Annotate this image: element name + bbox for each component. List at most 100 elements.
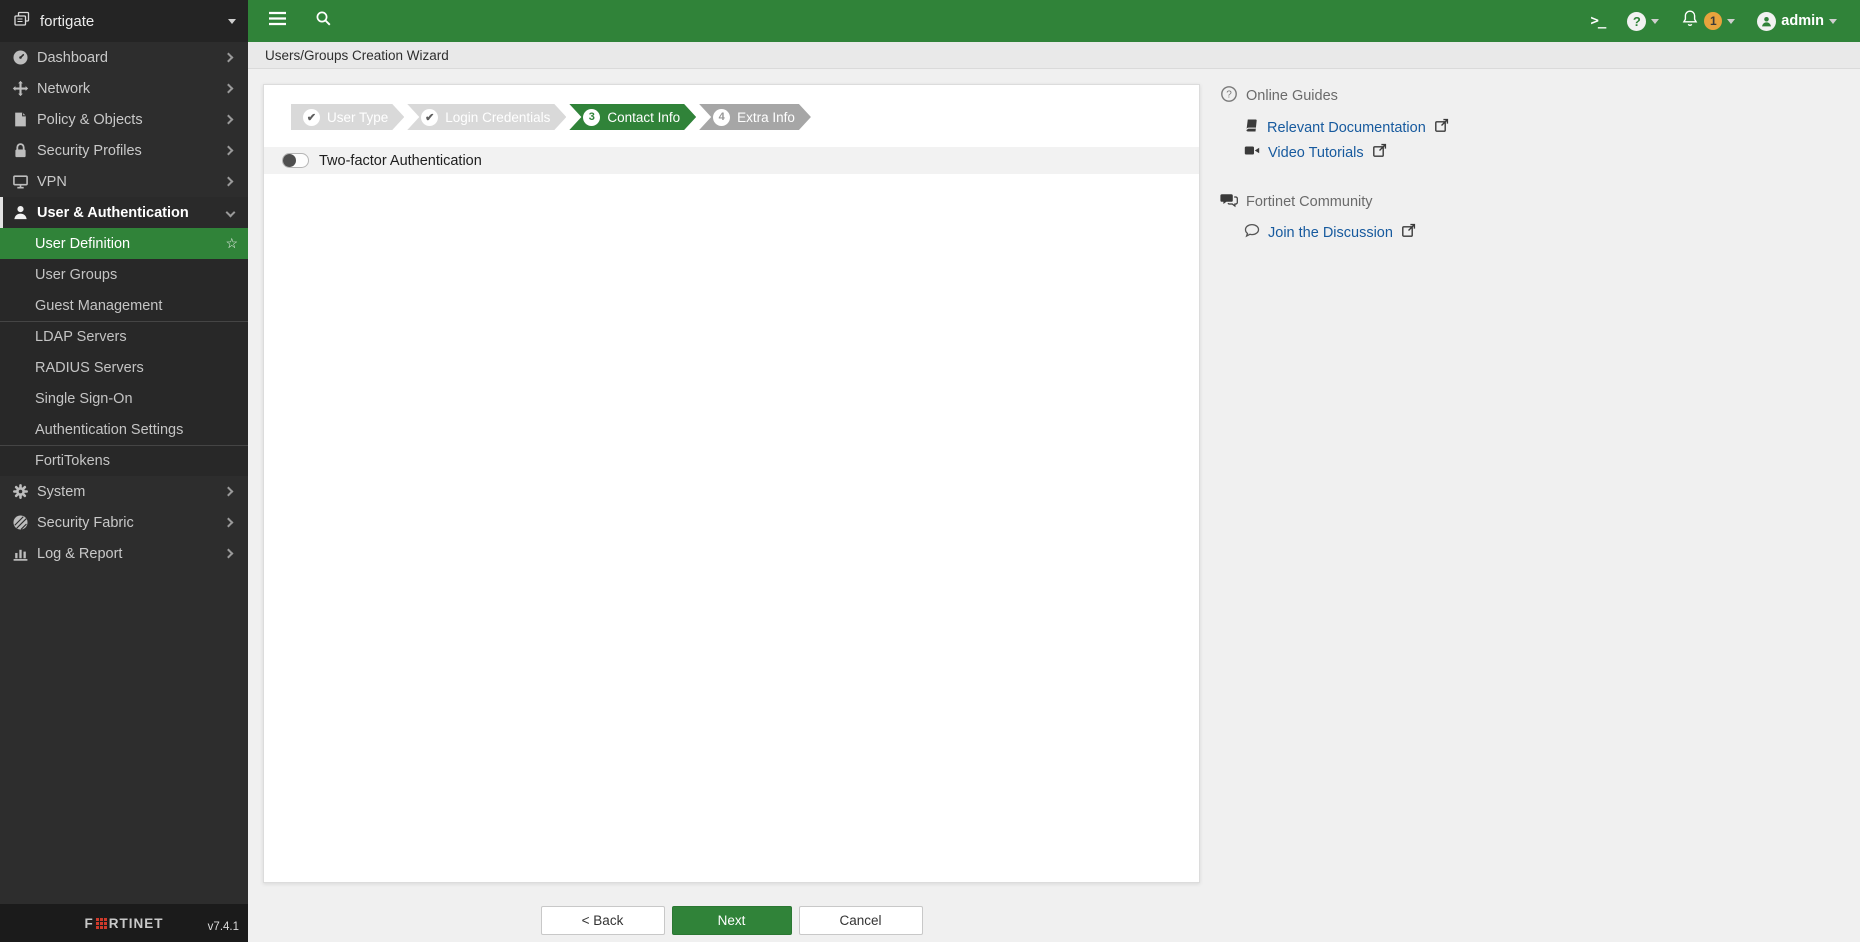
online-guides-header: ? Online Guides	[1220, 85, 1550, 107]
sidebar-item-security-fabric[interactable]: Security Fabric	[0, 507, 248, 538]
gauge-icon	[12, 49, 29, 66]
speech-bubble-icon	[1244, 223, 1260, 242]
sidebar-item-authentication-settings[interactable]: Authentication Settings	[0, 414, 248, 445]
two-factor-row: Two-factor Authentication	[264, 147, 1199, 174]
fabric-icon	[12, 514, 29, 531]
relevant-documentation-link[interactable]: Relevant Documentation	[1244, 118, 1550, 137]
help-panel: ? Online Guides Relevant Documentation V…	[1220, 85, 1550, 242]
video-tutorials-link[interactable]: Video Tutorials	[1244, 143, 1550, 162]
gear-icon	[12, 483, 29, 500]
sidebar-nav: Dashboard Network Policy & Objects Secur…	[0, 42, 248, 942]
fortinet-logo-grid-icon	[96, 918, 107, 929]
sidebar-item-security-profiles[interactable]: Security Profiles	[0, 135, 248, 166]
chevron-down-icon	[1829, 19, 1837, 24]
sidebar-item-user-authentication[interactable]: User & Authentication	[0, 197, 248, 228]
cli-console-button[interactable]: >_	[1581, 0, 1614, 42]
sidebar-item-system[interactable]: System	[0, 476, 248, 507]
toggle-knob	[283, 154, 296, 167]
sidebar-item-vpn[interactable]: VPN	[0, 166, 248, 197]
fortinet-logo: F RTINET	[85, 916, 164, 931]
page-title: Users/Groups Creation Wizard	[265, 48, 449, 63]
hamburger-icon	[268, 11, 287, 31]
user-authentication-submenu: User Definition ☆ User Groups Guest Mana…	[0, 228, 248, 476]
chevron-down-icon	[1727, 19, 1735, 24]
bell-icon	[1681, 9, 1699, 33]
back-button[interactable]: < Back	[541, 906, 665, 935]
sidebar-item-user-groups[interactable]: User Groups	[0, 259, 248, 290]
step-number: 4	[713, 109, 730, 126]
move-icon	[12, 80, 29, 97]
sidebar-item-policy-objects[interactable]: Policy & Objects	[0, 104, 248, 135]
user-avatar-icon	[1757, 12, 1776, 31]
chevron-down-icon	[226, 208, 236, 218]
notification-badge: 1	[1704, 12, 1722, 30]
user-icon	[12, 204, 29, 221]
search-icon	[315, 10, 332, 32]
device-name: fortigate	[40, 13, 94, 30]
sidebar-item-log-report[interactable]: Log & Report	[0, 538, 248, 569]
check-icon: ✔	[303, 109, 320, 126]
chevron-right-icon	[224, 549, 234, 559]
sidebar-item-user-definition[interactable]: User Definition ☆	[0, 228, 248, 259]
sidebar-item-radius-servers[interactable]: RADIUS Servers	[0, 352, 248, 383]
next-button[interactable]: Next	[672, 906, 792, 935]
external-link-icon	[1434, 118, 1449, 137]
sidebar-item-network[interactable]: Network	[0, 73, 248, 104]
chevron-right-icon	[224, 53, 234, 63]
book-icon	[1244, 118, 1259, 137]
chevron-down-icon	[228, 19, 236, 24]
user-menu-button[interactable]: admin	[1748, 0, 1846, 42]
top-bar: fortigate >_ ? 1	[0, 0, 1860, 42]
external-link-icon	[1372, 143, 1387, 162]
breadcrumb: Users/Groups Creation Wizard	[248, 42, 1860, 69]
chart-icon	[12, 545, 29, 562]
chevron-right-icon	[224, 84, 234, 94]
fortinet-community-header: Fortinet Community	[1220, 192, 1550, 212]
help-menu-button[interactable]: ?	[1618, 0, 1668, 42]
sidebar-item-single-sign-on[interactable]: Single Sign-On	[0, 383, 248, 414]
video-camera-icon	[1244, 144, 1260, 161]
firmware-version: v7.4.1	[208, 921, 239, 933]
chat-bubbles-icon	[1220, 192, 1238, 212]
chevron-right-icon	[224, 518, 234, 528]
top-bar-main: >_ ? 1 admin	[248, 0, 1860, 42]
sidebar-item-guest-management[interactable]: Guest Management	[0, 290, 248, 321]
wizard-steps: ✔ User Type ✔ Login Credentials 3 Contac…	[291, 104, 1199, 130]
wizard-step-user-type: ✔ User Type	[291, 104, 404, 130]
menu-toggle-button[interactable]	[254, 0, 301, 42]
lock-icon	[12, 142, 29, 159]
chevron-right-icon	[224, 177, 234, 187]
check-icon: ✔	[421, 109, 438, 126]
stacked-windows-icon	[13, 10, 31, 33]
two-factor-toggle[interactable]	[282, 153, 309, 168]
cancel-button[interactable]: Cancel	[799, 906, 923, 935]
chevron-right-icon	[224, 115, 234, 125]
question-circle-icon: ?	[1220, 85, 1238, 107]
policy-icon	[12, 111, 29, 128]
two-factor-label: Two-factor Authentication	[319, 153, 482, 169]
monitor-icon	[12, 173, 29, 190]
notifications-button[interactable]: 1	[1672, 0, 1744, 42]
sidebar-item-dashboard[interactable]: Dashboard	[0, 42, 248, 73]
wizard-card: ✔ User Type ✔ Login Credentials 3 Contac…	[263, 84, 1200, 883]
sidebar-item-ldap-servers[interactable]: LDAP Servers	[0, 321, 248, 352]
chevron-down-icon	[1651, 19, 1659, 24]
device-selector[interactable]: fortigate	[0, 0, 248, 42]
help-icon: ?	[1627, 12, 1646, 31]
wizard-footer-buttons: < Back Next Cancel	[263, 906, 1200, 935]
wizard-step-contact-info: 3 Contact Info	[569, 104, 696, 130]
chevron-right-icon	[224, 146, 234, 156]
chevron-right-icon	[224, 487, 234, 497]
wizard-step-login-credentials: ✔ Login Credentials	[407, 104, 566, 130]
user-name: admin	[1781, 13, 1824, 29]
join-discussion-link[interactable]: Join the Discussion	[1244, 223, 1550, 242]
global-search-button[interactable]	[301, 0, 346, 42]
svg-text:?: ?	[1226, 90, 1232, 101]
external-link-icon	[1401, 223, 1416, 242]
sidebar-item-fortitokens[interactable]: FortiTokens	[0, 445, 248, 476]
terminal-icon: >_	[1590, 13, 1605, 29]
sidebar-footer: F RTINET v7.4.1	[0, 904, 248, 942]
step-number: 3	[583, 109, 600, 126]
favorite-star-icon[interactable]: ☆	[225, 235, 238, 252]
wizard-step-extra-info: 4 Extra Info	[699, 104, 811, 130]
